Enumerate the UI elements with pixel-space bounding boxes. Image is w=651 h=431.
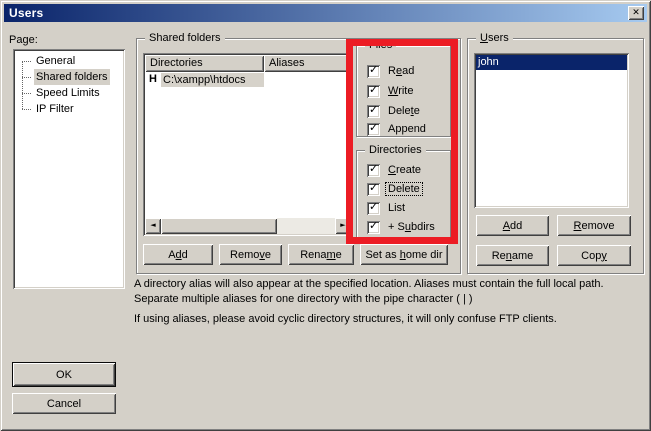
checkbox-row-append[interactable]: ✓ Append: [367, 122, 428, 136]
home-marker: H: [149, 72, 161, 87]
shared-add-button[interactable]: Add: [143, 244, 213, 265]
checkbox-row-read[interactable]: ✓ Read: [367, 64, 416, 78]
list-checkbox[interactable]: ✓: [367, 202, 380, 215]
create-checkbox[interactable]: ✓: [367, 164, 380, 177]
page-item-shared-folders[interactable]: Shared folders: [15, 69, 123, 85]
checkbox-row-file-delete[interactable]: ✓ Delete: [367, 104, 422, 118]
subdirs-checkbox[interactable]: ✓: [367, 221, 380, 234]
write-checkbox[interactable]: ✓: [367, 85, 380, 98]
close-button[interactable]: ✕: [628, 6, 644, 20]
list-label: List: [386, 202, 407, 214]
table-row[interactable]: H C:\xampp\htdocs: [145, 72, 351, 87]
check-icon: ✓: [369, 83, 378, 96]
dir-delete-checkbox[interactable]: ✓: [367, 183, 380, 196]
shared-remove-button[interactable]: Remove: [219, 244, 282, 265]
column-header-aliases[interactable]: Aliases: [264, 55, 351, 72]
write-label: Write: [386, 85, 415, 97]
alias-warning-paragraph: If using aliases, please avoid cyclic di…: [134, 312, 648, 327]
cancel-button[interactable]: Cancel: [12, 393, 116, 414]
dir-delete-label: Delete: [386, 183, 422, 195]
horizontal-scrollbar[interactable]: ◄ ►: [145, 218, 351, 234]
column-header-directories[interactable]: Directories: [145, 55, 264, 72]
title-bar[interactable]: Users ✕: [4, 4, 647, 22]
append-checkbox[interactable]: ✓: [367, 123, 380, 136]
page-item-label: Speed Limits: [34, 85, 102, 101]
page-item-label: Shared folders: [34, 69, 110, 85]
checkbox-row-subdirs[interactable]: ✓ + Subdirs: [367, 220, 437, 234]
alias-help-paragraph: A directory alias will also appear at th…: [134, 277, 648, 307]
ok-button[interactable]: OK: [12, 362, 116, 387]
check-icon: ✓: [369, 219, 378, 232]
alias-help-text: A directory alias will also appear at th…: [134, 277, 648, 327]
check-icon: ✓: [369, 181, 378, 194]
window-title: Users: [9, 6, 43, 20]
check-icon: ✓: [369, 103, 378, 116]
shared-rename-button[interactable]: Rename: [288, 244, 354, 265]
files-group-label: Files: [365, 39, 396, 51]
users-group-label: Users: [476, 32, 513, 44]
create-label: Create: [386, 164, 423, 176]
close-icon: ✕: [632, 8, 640, 18]
files-permissions-group: Files ✓ Read ✓ Write ✓ Delete ✓ Append: [356, 45, 451, 137]
tree-stub: [22, 77, 31, 78]
directory-cell: C:\xampp\htdocs: [161, 73, 264, 87]
user-rename-button[interactable]: Rename: [476, 245, 549, 266]
check-icon: ✓: [369, 200, 378, 213]
directories-group-label: Directories: [365, 144, 426, 156]
table-header: Directories Aliases: [145, 55, 351, 72]
tree-stub: [22, 93, 31, 94]
scroll-left-arrow-icon[interactable]: ◄: [145, 218, 161, 234]
user-item-john[interactable]: john: [476, 55, 627, 70]
directories-table[interactable]: Directories Aliases H C:\xampp\htdocs ◄ …: [143, 53, 353, 236]
subdirs-label: + Subdirs: [386, 221, 437, 233]
check-icon: ✓: [369, 121, 378, 134]
scrollbar-thumb[interactable]: [161, 218, 277, 234]
page-label: Page:: [9, 34, 38, 46]
check-icon: ✓: [369, 162, 378, 175]
check-icon: ✓: [369, 63, 378, 76]
users-dialog: Users ✕ Page: General Shared folders Spe…: [0, 0, 651, 431]
user-add-button[interactable]: Add: [476, 215, 549, 236]
users-list[interactable]: john: [474, 53, 629, 208]
page-item-label: IP Filter: [34, 101, 76, 117]
shared-folders-group-label: Shared folders: [145, 32, 225, 44]
set-as-home-dir-button[interactable]: Set as home dir: [360, 244, 448, 265]
users-group: Users john Add Remove Rename Copy: [467, 38, 644, 274]
append-label: Append: [386, 123, 428, 135]
read-label: Read: [386, 65, 416, 77]
user-copy-button[interactable]: Copy: [557, 245, 631, 266]
page-item-ip-filter[interactable]: IP Filter: [15, 101, 123, 117]
checkbox-row-write[interactable]: ✓ Write: [367, 84, 415, 98]
tree-stub: [22, 109, 31, 110]
checkbox-row-list[interactable]: ✓ List: [367, 201, 407, 215]
page-item-speed-limits[interactable]: Speed Limits: [15, 85, 123, 101]
user-remove-button[interactable]: Remove: [557, 215, 631, 236]
page-item-general[interactable]: General: [15, 53, 123, 69]
page-item-label: General: [34, 53, 77, 69]
file-delete-checkbox[interactable]: ✓: [367, 105, 380, 118]
tree-stub: [22, 61, 31, 62]
scroll-right-arrow-icon[interactable]: ►: [335, 218, 351, 234]
checkbox-row-create[interactable]: ✓ Create: [367, 163, 423, 177]
page-list[interactable]: General Shared folders Speed Limits IP F…: [13, 49, 125, 289]
read-checkbox[interactable]: ✓: [367, 65, 380, 78]
file-delete-label: Delete: [386, 105, 422, 117]
checkbox-row-dir-delete[interactable]: ✓ Delete: [367, 182, 422, 196]
directories-permissions-group: Directories ✓ Create ✓ Delete ✓ List ✓ +…: [356, 150, 451, 238]
